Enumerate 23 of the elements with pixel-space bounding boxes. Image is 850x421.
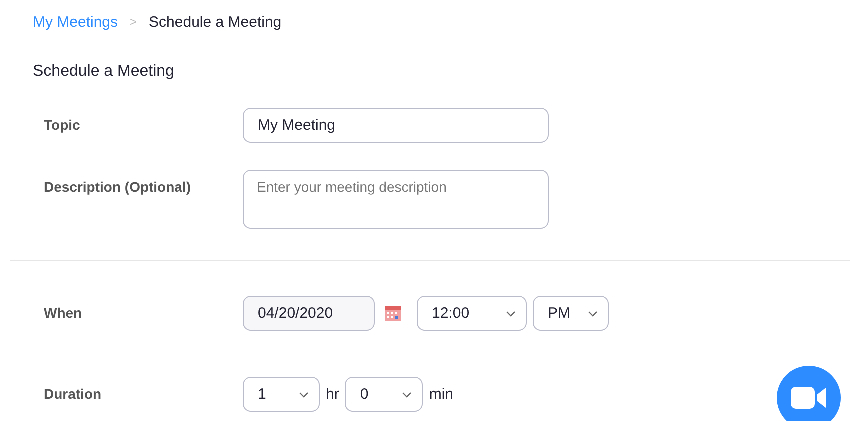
- description-field[interactable]: Enter your meeting description: [243, 170, 549, 229]
- caret-icon: [588, 310, 598, 316]
- field-label: Duration: [44, 385, 103, 402]
- time-select[interactable]: 12:00: [417, 296, 527, 331]
- caret-icon: [506, 310, 516, 316]
- topic-field[interactable]: My Meeting: [243, 108, 549, 143]
- caret-icon: [402, 392, 412, 398]
- calendar-icon[interactable]: [385, 306, 401, 321]
- field-label: Topic: [44, 116, 82, 133]
- caret-icon: [299, 392, 309, 398]
- field-label: When: [44, 304, 84, 321]
- breadcrumb-separator: >: [130, 15, 138, 29]
- field-label: Description (Optional): [44, 178, 192, 195]
- hours-unit: hr: [326, 386, 340, 403]
- minutes-select[interactable]: 0: [345, 377, 424, 412]
- page-title: Schedule a Meeting: [32, 62, 176, 82]
- video-camera-icon: [791, 387, 827, 409]
- breadcrumb-current: Schedule a Meeting: [149, 14, 282, 30]
- video-camera-button[interactable]: [777, 366, 841, 421]
- minutes-unit: min: [429, 386, 454, 403]
- ampm-select[interactable]: PM: [533, 296, 609, 331]
- hours-select[interactable]: 1: [243, 377, 320, 412]
- date-field[interactable]: 04/20/2020: [243, 296, 375, 331]
